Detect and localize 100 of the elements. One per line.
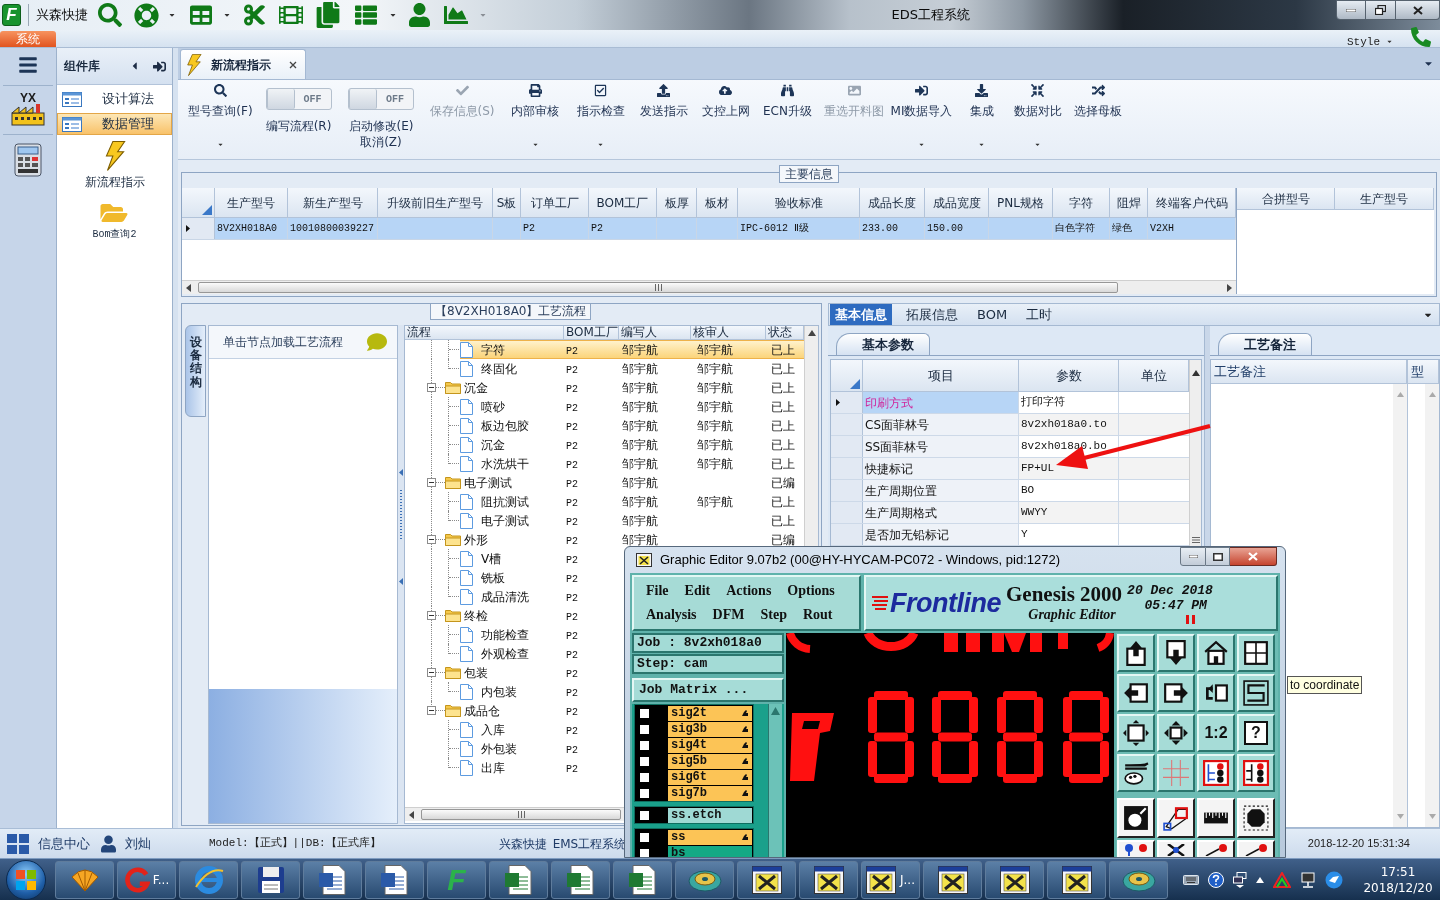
table-cell: 邹宇航 [622, 456, 658, 471]
table-cell: P2 [566, 535, 578, 547]
table-cell: P2 [566, 763, 578, 775]
tree-label: 外包装 [481, 741, 517, 756]
column-header: 成品宽度 [925, 188, 989, 218]
table-cell-text: V2XH [1150, 222, 1174, 236]
table-cell-text: BO [1021, 483, 1035, 499]
table-cell-text: Y [1021, 527, 1028, 543]
tree-label: 沉金 [481, 437, 505, 452]
column-header: 合拼型号 [1237, 188, 1335, 210]
tree-label: 喷砂 [481, 399, 505, 414]
table-cell: 邹宇航 [622, 475, 658, 490]
column-header: BOM工厂 [589, 188, 657, 218]
table-cell-text: 8v2xh018a0.to [1021, 417, 1107, 433]
tree-label: 外形 [464, 532, 488, 547]
table-cell: 邹宇航 [622, 342, 658, 357]
table-cell: P2 [566, 497, 578, 509]
column-header: 升级前旧生产型号 [378, 188, 493, 218]
tree-label: 出库 [481, 760, 505, 775]
table-cell: P2 [566, 459, 578, 471]
column-header: 板厚 [657, 188, 697, 218]
column-header: 状态 [766, 326, 804, 340]
app-name: 兴森快捷 [36, 6, 88, 25]
table-cell: 邹宇航 [622, 437, 658, 452]
table-cell: 已上 [771, 342, 795, 357]
column-header: 参数 [1019, 360, 1119, 392]
hint-text: 单击节点加载工艺流程 [223, 334, 343, 351]
tree-label: 成品清洗 [481, 589, 529, 604]
table-cell: P2 [566, 516, 578, 528]
table-cell: P2 [566, 402, 578, 414]
table-cell: P2 [566, 573, 578, 585]
table-cell: P2 [566, 592, 578, 604]
tree-label: 沉金 [464, 380, 488, 395]
table-cell-text: 绿色 [1112, 222, 1132, 236]
column-header: 字符 [1053, 188, 1110, 218]
table-cell: P2 [566, 383, 578, 395]
tree-label: 阻抗测试 [481, 494, 529, 509]
column-header: PNL规格 [989, 188, 1053, 218]
table-cell: 已上 [771, 361, 795, 376]
table-cell: 已上 [771, 380, 795, 395]
column-header: 成品长度 [860, 188, 925, 218]
table-cell: 邹宇航 [697, 399, 733, 414]
clock-date: 2018/12/20 [1363, 879, 1433, 896]
table-cell: 邹宇航 [697, 418, 733, 433]
tree-label: 电子测试 [481, 513, 529, 528]
table-cell-text: 8V2XH018A0 [217, 222, 277, 236]
column-header: 核审人 [691, 326, 766, 340]
tree-label: 字符 [481, 342, 505, 357]
table-cell-text: FP+UL [1021, 461, 1054, 477]
table-cell: 邹宇航 [697, 361, 733, 376]
table-cell: 已上 [771, 418, 795, 433]
product-subtitle: Graphic Editor [1028, 606, 1116, 624]
tree-label: 铣板 [481, 570, 505, 585]
column-header: 型 [1408, 360, 1439, 384]
section-title: 主要信息 [779, 165, 839, 183]
tree-label: 成品仓 [464, 703, 500, 718]
brand-logo: Frontline [890, 588, 1001, 618]
table-cell: 邹宇航 [697, 342, 733, 357]
timestamp: 2018-12-20 15:31:34 [1307, 836, 1410, 852]
switch-label: 编写流程(R) [265, 118, 332, 134]
table-cell: 邹宇航 [622, 361, 658, 376]
column-header: 新生产型号 [288, 188, 378, 218]
column-header: 订单工厂 [521, 188, 589, 218]
table-cell: 邹宇航 [622, 399, 658, 414]
table-cell: P2 [566, 706, 578, 718]
table-cell: 已上 [771, 456, 795, 471]
switch-label: 启动修改(E) 取消(Z) [348, 118, 414, 150]
tree-label: 板边包胶 [481, 418, 529, 433]
tree-label: 终检 [464, 608, 488, 623]
table-cell: 邹宇航 [622, 418, 658, 433]
column-header: 终端客户代码 [1148, 188, 1236, 218]
table-cell: P2 [566, 611, 578, 623]
tooltip: to coordinate [1287, 676, 1363, 694]
date-text: 20 Dec 2018 [1127, 582, 1213, 598]
tree-label: 入库 [481, 722, 505, 737]
table-cell: 已编 [771, 532, 795, 547]
column-header: S板 [493, 188, 521, 218]
table-cell: 已上 [771, 437, 795, 452]
tree-label: 包装 [464, 665, 488, 680]
table-cell: 邹宇航 [622, 513, 658, 528]
app-logo: F [2, 4, 21, 26]
table-cell: 邹宇航 [697, 494, 733, 509]
table-cell: P2 [566, 421, 578, 433]
table-cell: P2 [566, 478, 578, 490]
status-text: Model:【正式】||DB:【正式库】 [209, 836, 381, 852]
table-cell: 已上 [771, 494, 795, 509]
column-header: 验收标准 [738, 188, 860, 218]
table-cell: 邹宇航 [622, 494, 658, 509]
job-info: Job : 8v2xh018a0 [632, 633, 784, 653]
table-cell: 白色字符 [1055, 221, 1095, 236]
column-header: 生产型号 [1335, 188, 1434, 210]
step-info: Step: cam [632, 654, 784, 674]
column-header: BOM工厂 [564, 326, 619, 340]
table-cell-text: P2 [591, 222, 603, 236]
tree-label: V槽 [481, 551, 502, 566]
table-cell-text: 150.00 [927, 222, 963, 236]
tree-label: 电子测试 [464, 475, 512, 490]
table-cell: P2 [566, 668, 578, 680]
table-cell: 已编 [771, 475, 795, 490]
table-cell: 已上 [771, 399, 795, 414]
